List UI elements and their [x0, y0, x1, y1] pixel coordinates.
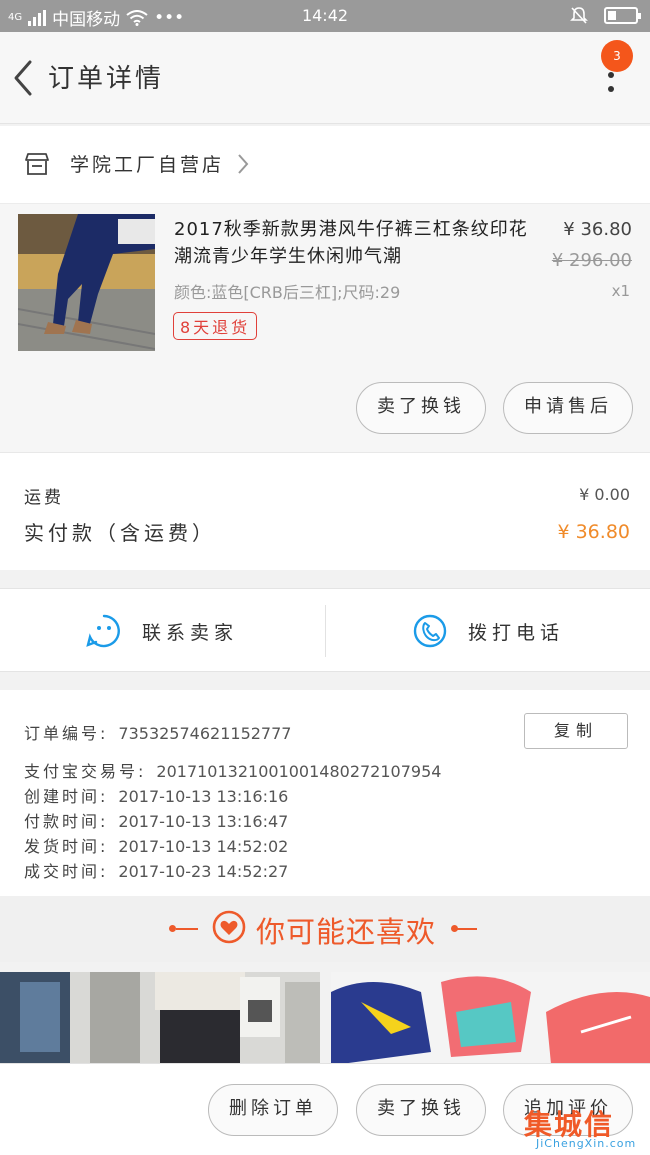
copy-button[interactable]: 复制 — [524, 713, 628, 749]
fee-summary: 运费 ¥ 0.00 实付款（含运费） ¥ 36.80 — [0, 452, 650, 570]
call-button[interactable]: 拨打电话 — [412, 589, 564, 673]
product-item[interactable]: 2017秋季新款男港风牛仔裤三杠条纹印花潮流青少年学生休闲帅气潮 颜色:蓝色[C… — [0, 204, 650, 452]
product-quantity: x1 — [611, 282, 630, 300]
shipping-label: 运费 — [24, 488, 64, 508]
chat-face-icon — [86, 614, 120, 648]
recommend-list — [0, 972, 650, 1064]
shop-name: 学院工厂自营店 — [70, 154, 225, 176]
paid-time-value: 2017-10-13 13:16:47 — [118, 812, 289, 831]
completed-time-label: 成交时间: — [24, 862, 109, 881]
heart-icon — [212, 910, 246, 944]
recommend-header: 你可能还喜欢 — [0, 896, 650, 962]
phone-icon — [413, 614, 447, 648]
divider-dot — [169, 925, 176, 932]
recommend-item-image[interactable] — [331, 972, 650, 1064]
mute-bell-icon — [570, 7, 588, 24]
paid-label: 实付款（含运费） — [24, 521, 216, 545]
alipay-trade-label: 支付宝交易号: — [24, 762, 147, 781]
recommend-item-image[interactable] — [0, 972, 320, 1064]
order-number-label: 订单编号: — [24, 724, 109, 743]
created-time-value: 2017-10-13 13:16:16 — [118, 787, 289, 806]
order-info: 订单编号: 73532574621152777 复制 支付宝交易号: 2017101… — [0, 690, 650, 896]
notification-badge[interactable]: 3 — [601, 40, 633, 72]
clock: 14:42 — [301, 6, 349, 25]
call-label: 拨打电话 — [468, 621, 565, 644]
delete-order-button[interactable]: 删除订单 — [208, 1084, 338, 1136]
completed-time-row: 成交时间: 2017-10-23 14:52:27 — [24, 858, 288, 882]
product-original-price: ¥ 296.00 — [551, 250, 632, 271]
shipped-time-value: 2017-10-13 14:52:02 — [118, 837, 289, 856]
shipping-value: ¥ 0.00 — [579, 485, 630, 504]
product-price: ¥ 36.80 — [563, 219, 632, 240]
divider-line — [455, 928, 477, 930]
created-time-row: 创建时间: 2017-10-13 13:16:16 — [24, 783, 288, 807]
return-policy-tag: 8天退货 — [173, 312, 258, 340]
product-sku: 颜色:蓝色[CRB后三杠];尺码:29 — [174, 283, 401, 302]
order-number-value: 73532574621152777 — [118, 724, 292, 743]
contact-seller-label: 联系卖家 — [142, 621, 239, 644]
watermark-en: JiChengXin.com — [536, 1137, 637, 1150]
battery-icon — [604, 6, 641, 24]
recommend-title: 你可能还喜欢 — [256, 915, 437, 949]
resell-button[interactable]: 卖了换钱 — [356, 382, 486, 434]
chevron-right-icon — [238, 154, 249, 174]
divider-line — [176, 928, 198, 930]
more-menu-icon[interactable] — [608, 72, 616, 96]
shop-row[interactable]: 学院工厂自营店 — [0, 126, 650, 204]
contact-seller-button[interactable]: 联系卖家 — [86, 589, 238, 673]
order-number-row: 订单编号: 73532574621152777 — [24, 720, 291, 744]
divider — [325, 605, 326, 657]
product-title: 2017秋季新款男港风牛仔裤三杠条纹印花潮流青少年学生休闲帅气潮 — [174, 219, 528, 267]
watermark-logo: 集城信 JiChengXin.com — [518, 1103, 646, 1155]
resell-button[interactable]: 卖了换钱 — [356, 1084, 486, 1136]
alipay-trade-value: 2017101321001001480272107954 — [156, 762, 442, 781]
store-icon — [25, 153, 49, 175]
shipped-time-label: 发货时间: — [24, 837, 109, 856]
contact-bar: 联系卖家 拨打电话 — [0, 588, 650, 672]
paid-value: ¥ 36.80 — [557, 521, 630, 543]
alipay-trade-row: 支付宝交易号: 2017101321001001480272107954 — [24, 758, 441, 782]
paid-time-label: 付款时间: — [24, 812, 109, 831]
divider-dot — [451, 925, 458, 932]
back-arrow-icon[interactable] — [8, 58, 38, 98]
status-bar: 4G 中国移动 ••• 14:42 — [0, 0, 650, 32]
nav-header: 订单详情 3 — [0, 32, 650, 124]
shipped-time-row: 发货时间: 2017-10-13 14:52:02 — [24, 833, 288, 857]
after-sale-button[interactable]: 申请售后 — [503, 382, 633, 434]
product-thumbnail[interactable] — [18, 214, 155, 351]
page-title: 订单详情 — [48, 64, 165, 94]
completed-time-value: 2017-10-23 14:52:27 — [118, 862, 289, 881]
paid-time-row: 付款时间: 2017-10-13 13:16:47 — [24, 808, 288, 832]
created-time-label: 创建时间: — [24, 787, 109, 806]
